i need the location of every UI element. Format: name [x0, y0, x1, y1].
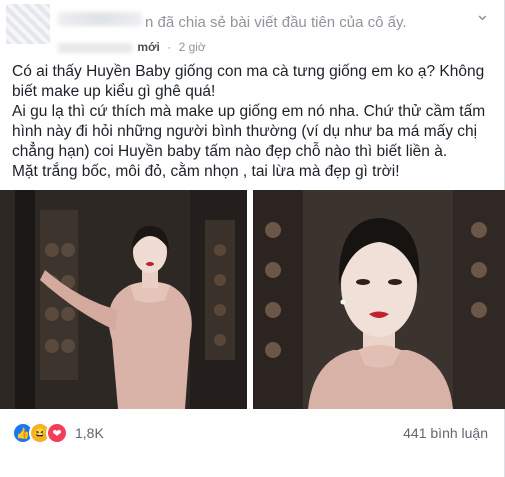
photo-1-illustration: [0, 190, 247, 409]
reaction-summary[interactable]: 👍 😆 ❤ 1,8K: [12, 422, 104, 444]
post-timestamp[interactable]: 2 giờ: [179, 40, 206, 54]
post-paragraph: Có ai thấy Huyền Baby giống con ma cà tư…: [12, 63, 485, 100]
post-text: Có ai thấy Huyền Baby giống con ma cà tư…: [12, 62, 497, 182]
post-meta: mới · 2 giờ: [58, 40, 206, 54]
comment-count-link[interactable]: 441 bình luận: [403, 423, 488, 443]
new-member-label-blurred: [58, 42, 132, 53]
post-header-text: n đã chia sẻ bài viết đầu tiên của cô ấy…: [145, 14, 407, 31]
photo-2-illustration: [253, 190, 505, 409]
chevron-down-icon[interactable]: ⌄: [475, 4, 490, 25]
author-name-blurred[interactable]: [58, 12, 142, 26]
post-photo-1[interactable]: [0, 190, 247, 409]
post-paragraph: Ai gu lạ thì cứ thích mà make up giống e…: [12, 103, 486, 160]
feed-post: n đã chia sẻ bài viết đầu tiên của cô ấy…: [0, 0, 505, 477]
new-member-badge: mới: [137, 40, 160, 54]
post-photo-2[interactable]: [253, 190, 505, 409]
profile-avatar-blurred[interactable]: [6, 4, 50, 44]
reaction-count: 1,8K: [75, 425, 104, 441]
love-reaction-icon: ❤: [46, 422, 68, 444]
post-paragraph: Mặt trắng bốc, môi đỏ, cằm nhọn , tai lừ…: [12, 163, 400, 180]
